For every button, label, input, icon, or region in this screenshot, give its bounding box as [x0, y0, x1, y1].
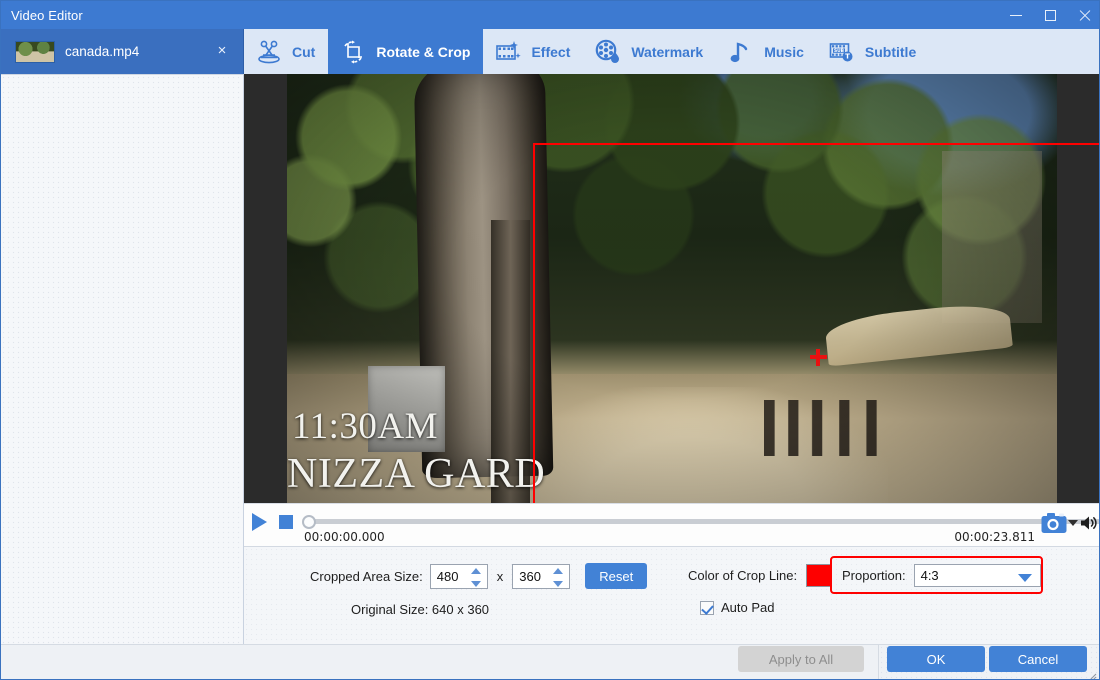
chevron-down-icon[interactable]	[1018, 574, 1032, 582]
auto-pad-checkbox[interactable]	[700, 601, 714, 615]
maximize-icon	[1045, 10, 1056, 21]
tab-subtitle[interactable]: SUB T Subtitle	[817, 29, 929, 74]
crop-center-crosshair-icon	[810, 349, 827, 366]
tab-cut-label: Cut	[292, 44, 315, 60]
preview-stage: 11:30AM NIZZA GARD	[244, 74, 1100, 503]
file-thumbnail	[15, 41, 55, 63]
seek-track[interactable]	[306, 519, 1100, 524]
play-button[interactable]	[252, 513, 267, 531]
crop-height-value: 360	[519, 569, 541, 584]
editor-toolbar: Cut Rotate & Crop	[244, 29, 1100, 74]
close-icon	[1078, 9, 1091, 22]
color-of-crop-line-label: Color of Crop Line:	[688, 568, 797, 583]
minimize-button[interactable]	[999, 1, 1033, 29]
crop-line-color-swatch[interactable]	[806, 564, 832, 587]
crop-settings-panel: Cropped Area Size: 480 x 360 Reset Origi…	[244, 547, 1100, 644]
proportion-control: Proportion: 4:3	[830, 556, 1043, 594]
maximize-button[interactable]	[1033, 1, 1067, 29]
video-caption-place: NIZZA GARD	[287, 450, 545, 498]
tab-watermark[interactable]: Watermark	[583, 29, 716, 74]
crop-height-input[interactable]: 360	[512, 564, 570, 589]
tab-effect-label: Effect	[531, 44, 570, 60]
svg-text:SUB: SUB	[834, 48, 845, 54]
proportion-label: Proportion:	[842, 568, 906, 583]
snapshot-dropdown-icon[interactable]	[1068, 520, 1078, 526]
apply-to-all-button[interactable]: Apply to All	[738, 646, 864, 672]
tab-music-label: Music	[764, 44, 804, 60]
file-tab-close-icon[interactable]: ×	[214, 43, 230, 59]
auto-pad-row[interactable]: Auto Pad	[700, 600, 775, 615]
tab-watermark-label: Watermark	[631, 44, 703, 60]
title-bar: Video Editor	[1, 1, 1100, 29]
effect-icon	[494, 38, 522, 66]
size-separator-label: x	[497, 569, 504, 584]
video-preview[interactable]: 11:30AM NIZZA GARD	[287, 74, 1057, 503]
tab-rotate-crop-label: Rotate & Crop	[376, 44, 470, 60]
proportion-select[interactable]: 4:3	[914, 564, 1041, 587]
snapshot-button[interactable]	[1041, 512, 1067, 534]
rotate-crop-icon	[339, 38, 367, 66]
tab-subtitle-label: Subtitle	[865, 44, 916, 60]
file-name-label: canada.mp4	[65, 44, 139, 59]
crop-height-stepper[interactable]	[553, 568, 564, 587]
file-tab[interactable]: canada.mp4 ×	[1, 29, 244, 74]
watermark-icon	[594, 38, 622, 66]
crop-width-value: 480	[437, 569, 459, 584]
crop-width-input[interactable]: 480	[430, 564, 488, 589]
video-editor-window: Video Editor canada.mp4 × Cut	[0, 0, 1100, 680]
resize-grip-icon[interactable]	[1087, 668, 1097, 678]
proportion-value: 4:3	[921, 568, 939, 583]
cancel-button[interactable]: Cancel	[989, 646, 1087, 672]
subtitle-icon: SUB T	[828, 38, 856, 66]
music-note-icon	[727, 38, 755, 66]
tab-music[interactable]: Music	[716, 29, 817, 74]
tab-rotate-crop[interactable]: Rotate & Crop	[328, 29, 483, 74]
window-controls	[999, 1, 1100, 29]
tab-effect[interactable]: Effect	[483, 29, 583, 74]
reset-button[interactable]: Reset	[585, 563, 647, 589]
scissors-icon	[255, 38, 283, 66]
seek-handle[interactable]	[302, 515, 316, 529]
original-size-label: Original Size: 640 x 360	[351, 602, 489, 617]
tab-cut[interactable]: Cut	[244, 29, 328, 74]
total-time-label: 00:00:23.811	[954, 530, 1035, 544]
svg-text:T: T	[845, 52, 850, 60]
media-list-panel	[1, 74, 244, 645]
crop-width-stepper[interactable]	[471, 568, 482, 587]
minimize-icon	[1010, 15, 1022, 16]
crop-line-color-row: Color of Crop Line:	[688, 564, 832, 587]
ok-button[interactable]: OK	[887, 646, 985, 672]
auto-pad-label: Auto Pad	[721, 600, 775, 615]
current-time-label: 00:00:00.000	[304, 530, 385, 544]
video-caption-time: 11:30AM	[292, 405, 438, 448]
cropped-area-size-row: Cropped Area Size: 480 x 360 Reset	[310, 563, 647, 589]
stop-button[interactable]	[279, 515, 293, 529]
close-button[interactable]	[1067, 1, 1100, 29]
playback-bar: 00:00:00.000 00:00:23.811	[244, 503, 1100, 547]
volume-button[interactable]	[1079, 513, 1099, 533]
cropped-area-size-label: Cropped Area Size:	[310, 569, 423, 584]
window-title: Video Editor	[11, 8, 83, 23]
